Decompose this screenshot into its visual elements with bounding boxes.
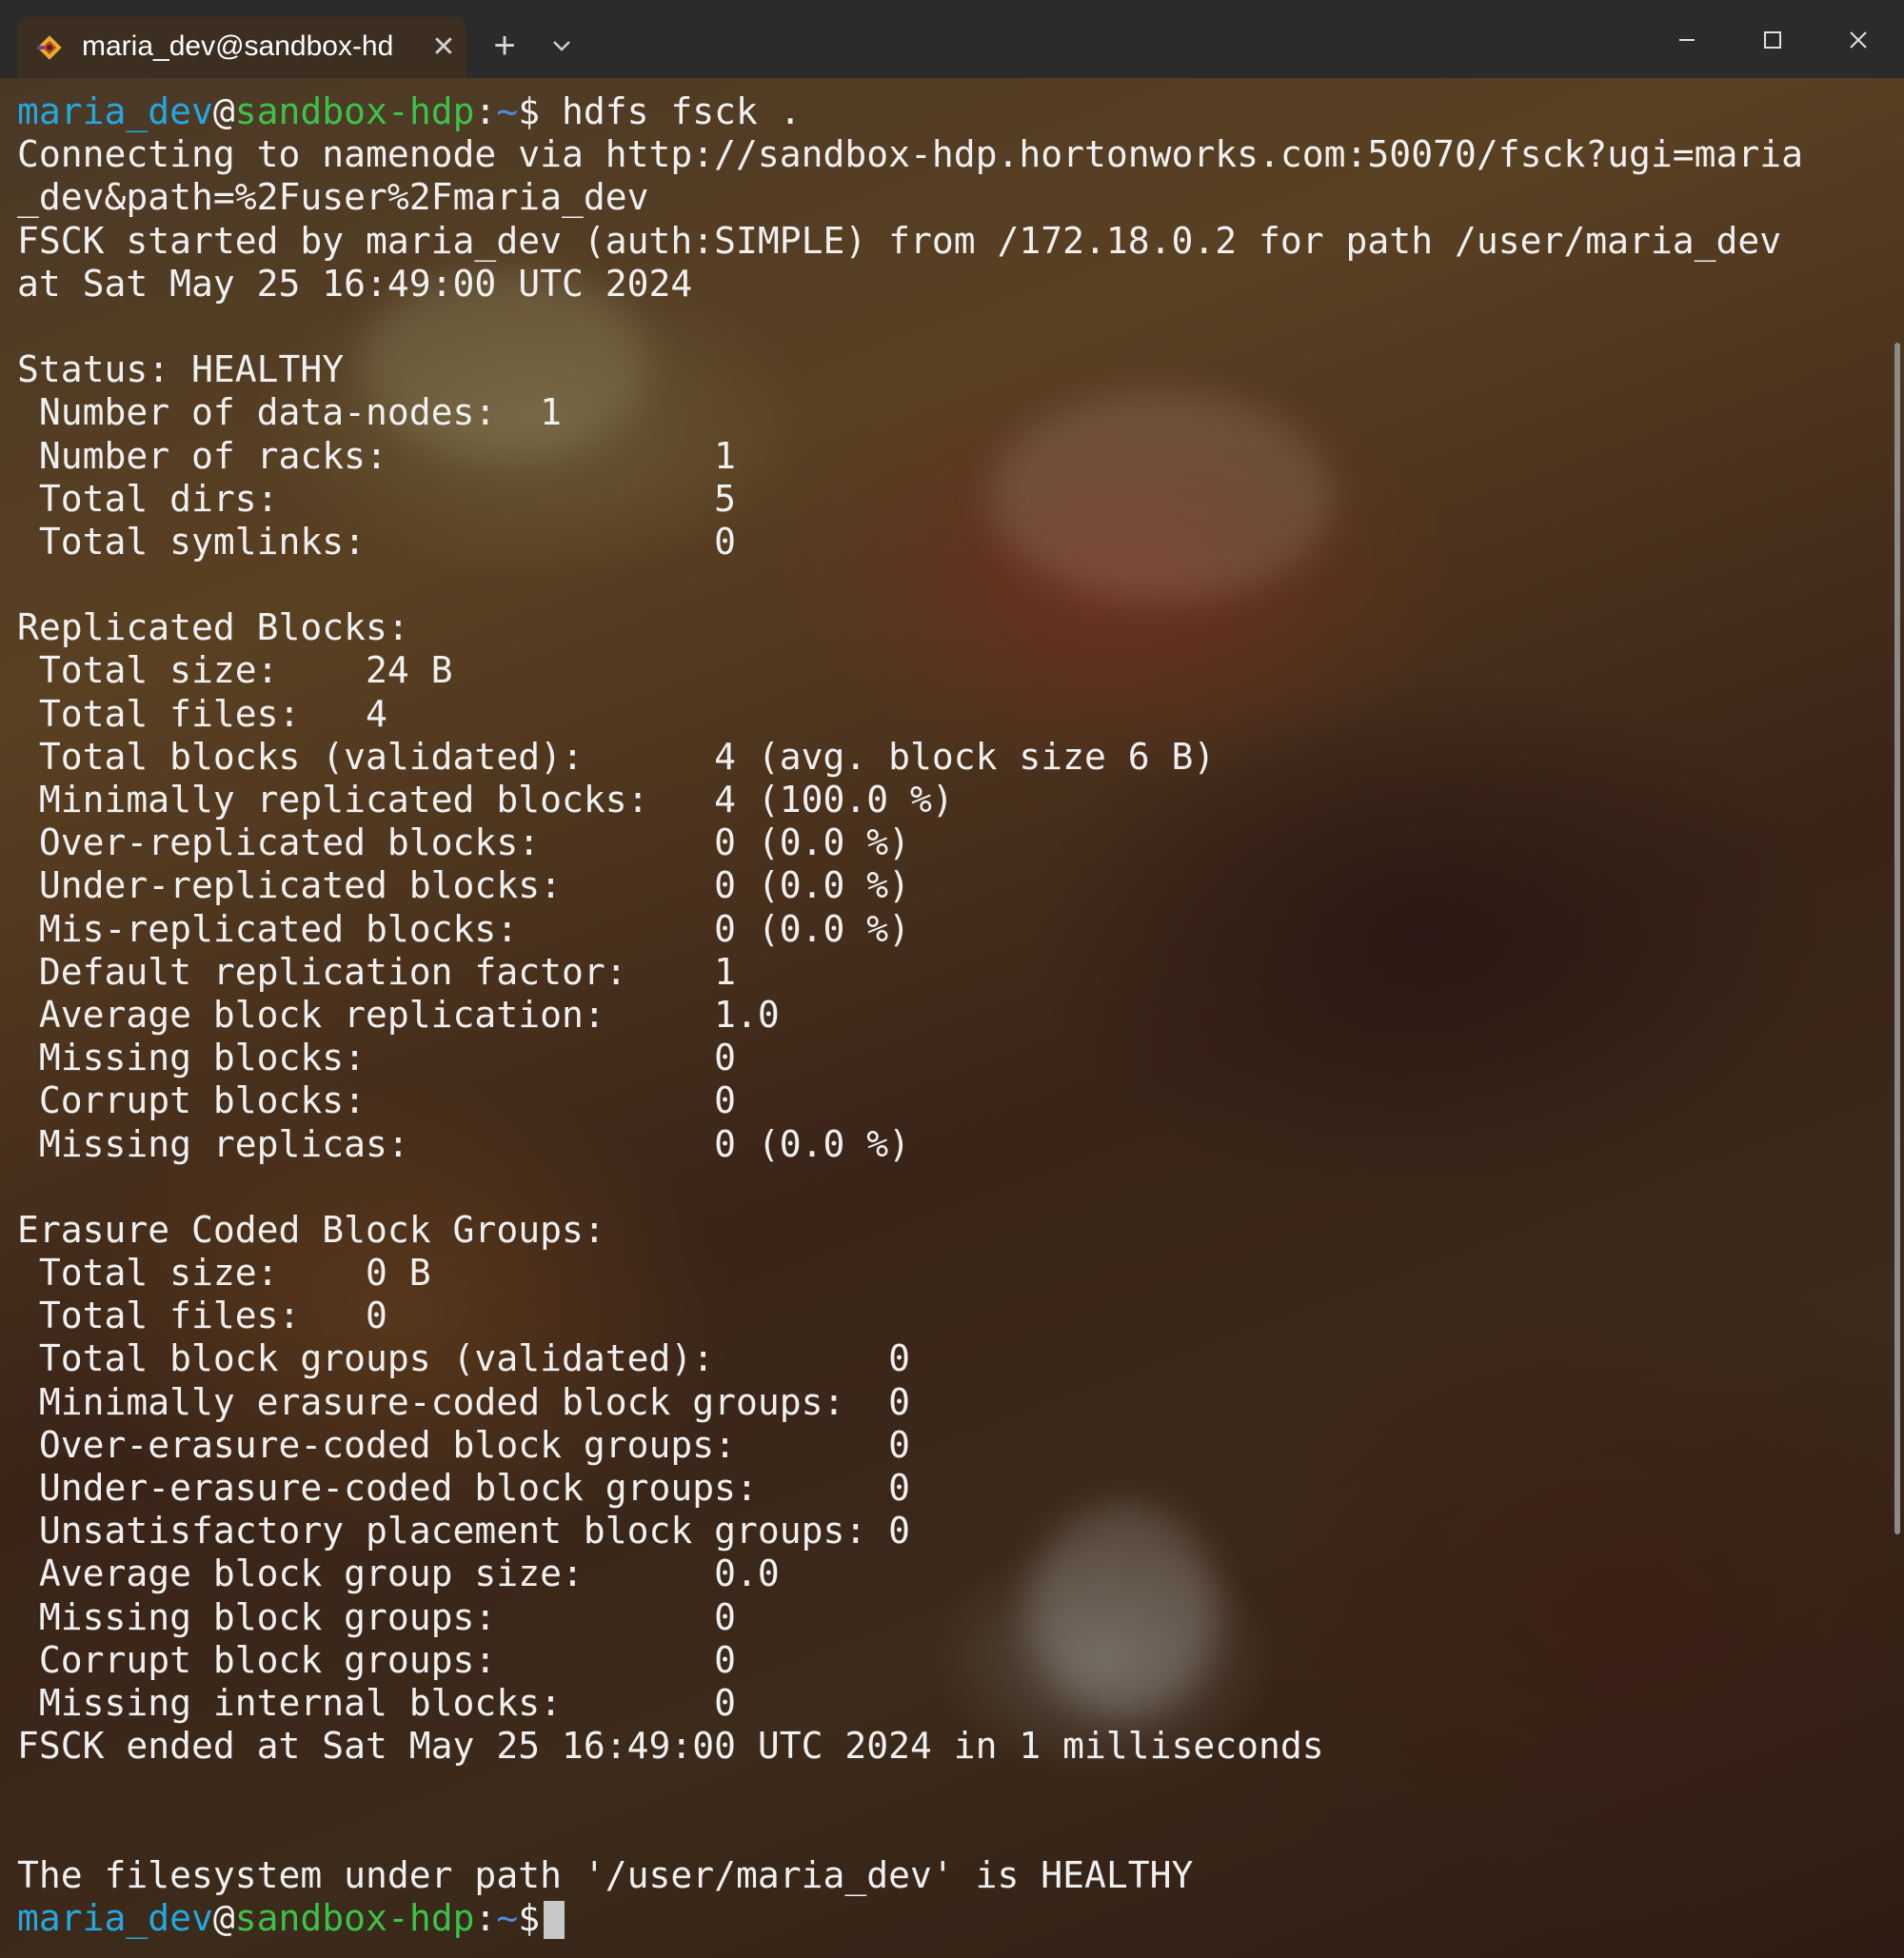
- output-line: Total files: 4: [17, 692, 387, 735]
- output-line: Minimally replicated blocks: 4 (100.0 %): [17, 779, 954, 821]
- minimize-icon[interactable]: [1658, 19, 1716, 61]
- prompt-at: @: [212, 1896, 235, 1939]
- git-bash-diamond-icon: [37, 35, 62, 60]
- output-line: Over-erasure-coded block groups: 0: [17, 1423, 910, 1466]
- terminal-output-area[interactable]: maria_dev@sandbox-hdp:~$ hdfs fsck . Con…: [0, 78, 1904, 1958]
- terminal-window: maria_dev@sandbox-hd ✕ + maria_dev@sandb…: [0, 0, 1904, 1958]
- prompt-dollar: $: [518, 90, 541, 132]
- output-line: Total symlinks: 0: [17, 520, 736, 563]
- output-line: Mis-replicated blocks: 0 (0.0 %): [17, 907, 910, 950]
- output-line: Total blocks (validated): 4 (avg. block …: [17, 735, 1216, 778]
- prompt-dollar: $: [518, 1896, 541, 1939]
- output-line: Minimally erasure-coded block groups: 0: [17, 1380, 910, 1423]
- output-line: Over-replicated blocks: 0 (0.0 %): [17, 821, 910, 864]
- output-line: at Sat May 25 16:49:00 UTC 2024: [17, 262, 693, 305]
- output-line: Missing blocks: 0: [17, 1037, 736, 1079]
- prompt-line[interactable]: maria_dev@sandbox-hdp:~$: [17, 1897, 1803, 1940]
- tab-title: maria_dev@sandbox-hd: [82, 30, 394, 62]
- prompt-host: sandbox-hdp: [234, 90, 475, 132]
- output-line: Average block replication: 1.0: [17, 993, 780, 1036]
- output-line: Average block group size: 0.0: [17, 1553, 780, 1595]
- prompt-separator: :: [474, 1896, 497, 1939]
- prompt-user: maria_dev: [17, 90, 213, 132]
- output-line: Replicated Blocks:: [17, 606, 409, 649]
- output-line: FSCK started by maria_dev (auth:SIMPLE) …: [17, 219, 1782, 262]
- text-cursor: [544, 1901, 565, 1940]
- output-line: Total size: 0 B: [17, 1252, 431, 1295]
- tab-active[interactable]: maria_dev@sandbox-hd ✕: [17, 17, 466, 78]
- maximize-icon[interactable]: [1744, 19, 1801, 61]
- output-line: Missing replicas: 0 (0.0 %): [17, 1122, 910, 1165]
- output-line: Total dirs: 5: [17, 477, 736, 520]
- tab-close-icon[interactable]: ✕: [425, 29, 463, 67]
- prompt-path: ~: [496, 1896, 519, 1939]
- output-line: Corrupt blocks: 0: [17, 1079, 736, 1122]
- output-line: Unsatisfactory placement block groups: 0: [17, 1510, 910, 1553]
- close-icon[interactable]: [1830, 19, 1887, 61]
- prompt-at: @: [212, 90, 235, 132]
- output-line: Total files: 0: [17, 1295, 387, 1337]
- prompt-user: maria_dev: [17, 1896, 213, 1939]
- output-line: Connecting to namenode via http://sandbo…: [17, 133, 1803, 176]
- output-line: FSCK ended at Sat May 25 16:49:00 UTC 20…: [17, 1725, 1324, 1768]
- new-tab-button[interactable]: +: [484, 25, 526, 67]
- output-line: Default replication factor: 1: [17, 950, 736, 993]
- output-line: Under-erasure-coded block groups: 0: [17, 1467, 910, 1509]
- output-line: Total size: 24 B: [17, 649, 453, 692]
- output-line: Missing internal blocks: 0: [17, 1681, 736, 1724]
- command-text: hdfs fsck .: [540, 90, 802, 132]
- prompt-line: maria_dev@sandbox-hdp:~$ hdfs fsck .: [17, 90, 1803, 133]
- output-line: Missing block groups: 0: [17, 1595, 736, 1638]
- prompt-separator: :: [474, 90, 497, 132]
- output-line: Erasure Coded Block Groups:: [17, 1208, 605, 1251]
- output-line: The filesystem under path '/user/maria_d…: [17, 1853, 1194, 1896]
- output-line: Number of racks: 1: [17, 434, 736, 477]
- scrollbar-thumb[interactable]: [1894, 343, 1900, 1534]
- scrollbar[interactable]: [1891, 78, 1904, 1958]
- prompt-path: ~: [496, 90, 519, 132]
- output-line: Status: HEALTHY: [17, 348, 345, 391]
- output-line: Number of data-nodes: 1: [17, 391, 562, 434]
- title-bar[interactable]: maria_dev@sandbox-hd ✕ +: [0, 0, 1904, 78]
- output-line: _dev&path=%2Fuser%2Fmaria_dev: [17, 176, 649, 219]
- output-line: Under-replicated blocks: 0 (0.0 %): [17, 864, 910, 907]
- chevron-down-icon[interactable]: [541, 25, 583, 67]
- output-line: Total block groups (validated): 0: [17, 1337, 910, 1380]
- terminal-lines: maria_dev@sandbox-hdp:~$ hdfs fsck . Con…: [17, 90, 1803, 1940]
- prompt-host: sandbox-hdp: [234, 1896, 475, 1939]
- output-line: Corrupt block groups: 0: [17, 1638, 736, 1681]
